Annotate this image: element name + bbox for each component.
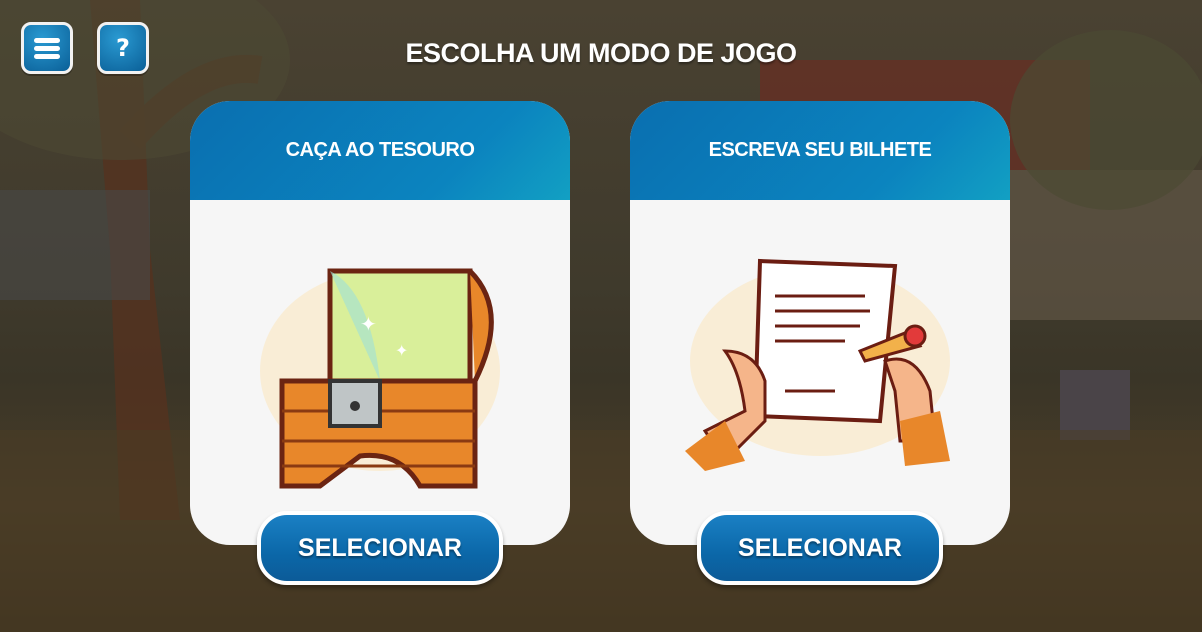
select-treasure-hunt-button[interactable]: SELECIONAR [257, 511, 503, 585]
mode-card-treasure-hunt: CAÇA AO TESOURO ✦ ✦ SELECIONAR [190, 101, 570, 585]
select-write-note-button[interactable]: SELECIONAR [697, 511, 943, 585]
background-scene [0, 0, 1202, 632]
svg-text:✦: ✦ [395, 341, 408, 360]
page-title: ESCOLHA UM MODO DE JOGO [405, 38, 797, 68]
treasure-chest-icon: ✦✦ [260, 268, 500, 489]
card-title: CAÇA AO TESOURO [190, 101, 570, 200]
svg-text:✦: ✦ [360, 312, 377, 336]
writing-note-icon [685, 258, 950, 471]
mode-card-write-note: ESCREVA SEU BILHETE SELECIONAR [630, 101, 1010, 585]
card-title: ESCREVA SEU BILHETE [630, 101, 1010, 200]
